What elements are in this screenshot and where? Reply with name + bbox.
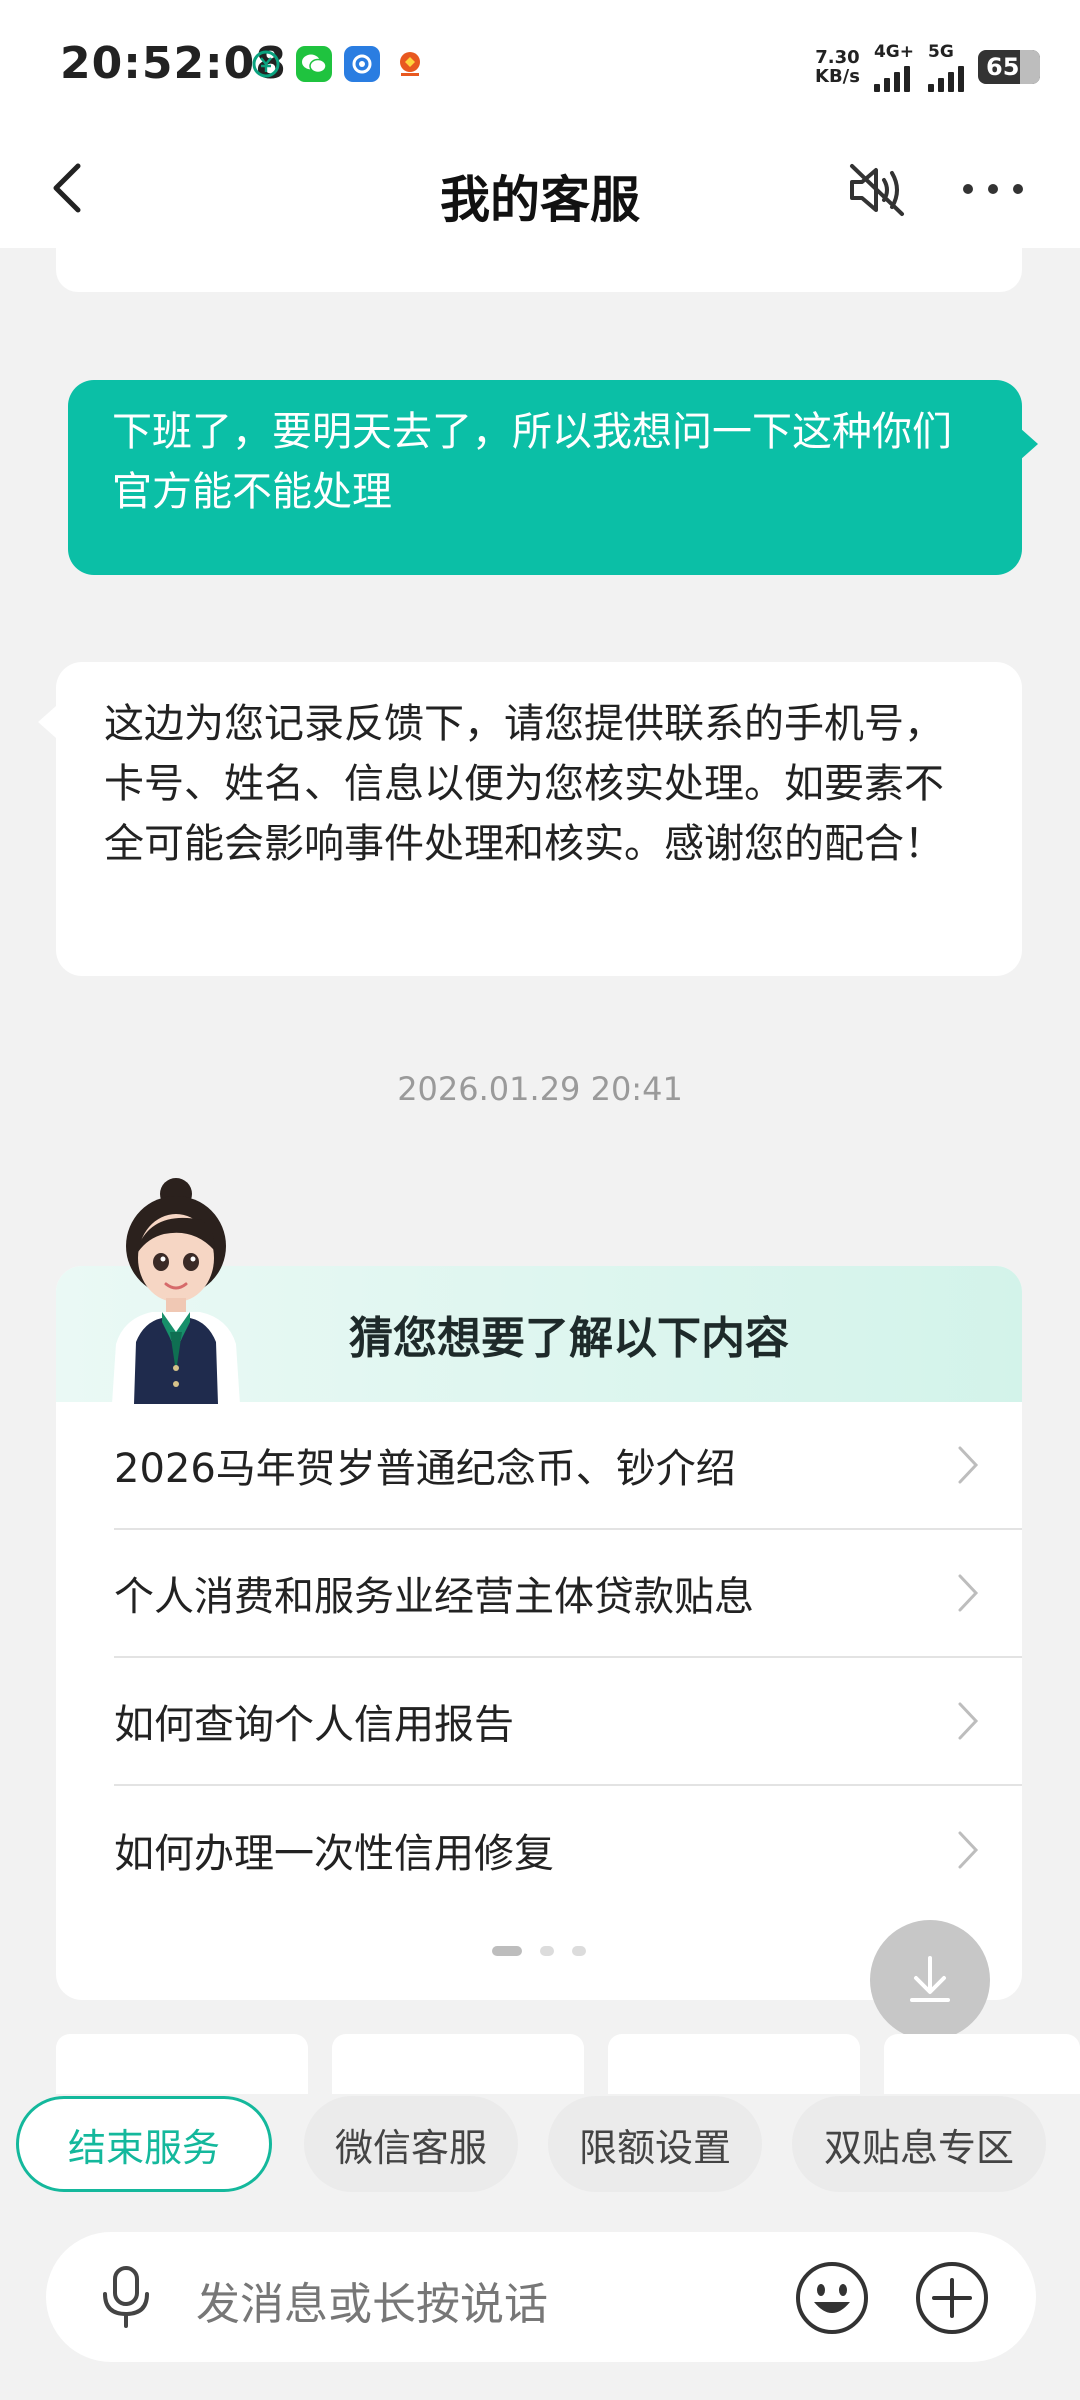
assistant-avatar	[104, 1172, 254, 1404]
wechat-icon	[296, 46, 332, 82]
emoji-icon	[796, 2262, 868, 2334]
plus-icon	[916, 2262, 988, 2334]
chevron-right-icon	[958, 1574, 979, 1612]
net-speed-unit: KB/s	[815, 66, 860, 87]
chevron-right-icon	[958, 1831, 979, 1869]
page-dot-active	[492, 1946, 522, 1956]
mute-button[interactable]	[846, 160, 908, 220]
service-card[interactable]	[608, 2034, 860, 2094]
gov-app-icon	[392, 46, 428, 82]
bot-message-bubble: 这边为您记录反馈下，请您提供联系的手机号，卡号、姓名、信息以便为您核实处理。如要…	[38, 662, 1022, 976]
suggestion-item[interactable]: 如何办理一次性信用修复	[114, 1786, 1022, 1914]
service-card[interactable]	[884, 2034, 1080, 2094]
chevron-right-icon	[958, 1702, 979, 1740]
suggestions-title: 猜您想要了解以下内容	[349, 1313, 789, 1364]
suggestion-text: 2026马年贺岁普通纪念币、钞介绍	[114, 1446, 736, 1492]
net-speed-value: 7.30	[815, 47, 860, 68]
more-button[interactable]	[958, 164, 1028, 214]
suggestion-item[interactable]: 如何查询个人信用报告	[114, 1658, 1022, 1786]
subsidy-zone-chip[interactable]: 双贴息专区	[792, 2096, 1046, 2192]
speaker-muted-icon	[850, 164, 904, 216]
notification-icons	[248, 46, 428, 82]
message-timestamp: 2026.01.29 20:41	[397, 1070, 683, 1108]
suggestion-text: 如何办理一次性信用修复	[114, 1831, 554, 1877]
battery-icon: 65	[978, 50, 1040, 84]
service-card[interactable]	[332, 2034, 584, 2094]
network-label-1: 4G+	[873, 42, 914, 62]
page-title: 我的客服	[440, 171, 640, 229]
wechat-service-chip[interactable]: 微信客服	[304, 2096, 518, 2192]
network-label-2: 5G	[928, 42, 954, 62]
suggestion-item[interactable]: 个人消费和服务业经营主体贷款贴息	[114, 1530, 1022, 1658]
suggestion-text: 个人消费和服务业经营主体贷款贴息	[114, 1574, 754, 1620]
status-bar: 20:52:08 7.30 KB/s 4G+ 5G 65	[0, 0, 1080, 130]
more-options-button[interactable]	[914, 2260, 990, 2336]
service-card[interactable]	[56, 2034, 308, 2094]
scroll-to-bottom-button[interactable]	[870, 1920, 990, 2040]
arrow-down-icon	[910, 1956, 950, 2002]
app-icon	[344, 46, 380, 82]
header-bar: 我的客服	[0, 130, 1080, 248]
chevron-right-icon	[958, 1446, 979, 1484]
bank-app-icon	[248, 46, 284, 82]
net-speed: 7.30 KB/s	[815, 48, 860, 86]
status-indicators: 7.30 KB/s 4G+ 5G 65	[815, 42, 1040, 92]
page-dot	[540, 1946, 554, 1956]
suggestion-text: 如何查询个人信用报告	[114, 1702, 514, 1748]
signal-4g: 4G+	[873, 42, 914, 92]
more-dots-icon	[963, 184, 1023, 194]
user-message-bubble: 下班了，要明天去了，所以我想问一下这种你们官方能不能处理	[68, 380, 1038, 575]
end-service-chip[interactable]: 结束服务	[16, 2096, 272, 2192]
page-dot	[572, 1946, 586, 1956]
signal-5g: 5G	[928, 42, 964, 92]
voice-button[interactable]	[96, 2264, 156, 2330]
suggestion-item[interactable]: 2026马年贺岁普通纪念币、钞介绍	[114, 1402, 1022, 1530]
emoji-button[interactable]	[794, 2260, 870, 2336]
microphone-icon	[103, 2266, 149, 2328]
message-input[interactable]: 发消息或长按说话	[196, 2268, 548, 2332]
signal-bars-icon	[928, 62, 964, 92]
previous-message-bubble	[56, 248, 1022, 292]
signal-bars-icon	[873, 62, 910, 92]
limit-settings-chip[interactable]: 限额设置	[548, 2096, 762, 2192]
battery-level: 65	[986, 53, 1020, 81]
